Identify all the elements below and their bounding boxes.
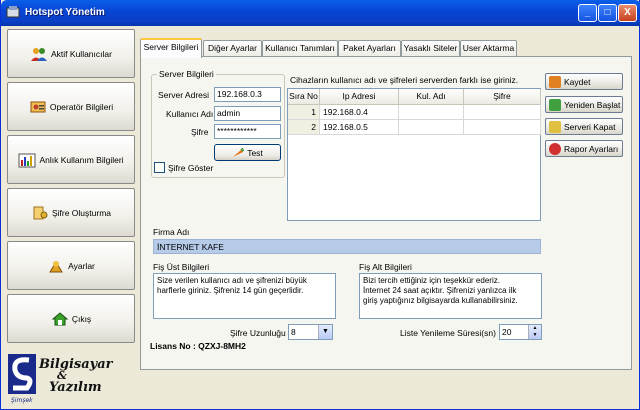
grid-header-user: Kul. Adı — [399, 89, 464, 105]
nav-label: Ayarlar — [68, 260, 95, 271]
tab-other-settings[interactable]: Diğer Ayarlar — [203, 40, 262, 57]
tab-server-info[interactable]: Server Bilgileri — [140, 38, 202, 58]
maximize-button[interactable]: □ — [598, 4, 617, 22]
spinner-arrows-icon[interactable]: ▲ ▼ — [528, 325, 541, 339]
grid-header-no: Sıra No — [288, 89, 320, 105]
carrot-icon — [233, 147, 245, 157]
password-length-label: Şifre Uzunluğu — [230, 328, 286, 338]
server-address-label: Server Adresi — [158, 90, 210, 100]
logo-graphic: Bilgisayar & Yazılım Şimşek — [8, 354, 114, 404]
report-label: Rapor Ayarları — [564, 143, 619, 154]
show-password-label: Şifre Göster — [168, 163, 214, 173]
nav-settings-button[interactable]: Ayarlar — [7, 241, 135, 290]
bar-chart-icon — [18, 153, 36, 167]
exit-icon — [51, 311, 69, 325]
password-length-select[interactable]: 8 ▼ — [288, 324, 333, 340]
nav-label: Şifre Oluşturma — [51, 207, 112, 218]
logo-line1: Bilgisayar — [38, 357, 114, 372]
nav-label: Aktif Kullanıcılar — [51, 48, 112, 59]
show-password-checkbox[interactable] — [154, 162, 165, 173]
server-address-input[interactable]: 192.168.0.3 — [214, 87, 281, 102]
save-icon — [549, 75, 561, 88]
restart-icon — [549, 98, 561, 111]
save-button[interactable]: Kaydet — [545, 73, 623, 90]
firma-label: Firma Adı — [153, 227, 190, 237]
grid-cell-user[interactable] — [399, 120, 464, 135]
tab-user-transfer[interactable]: User Aktarma — [460, 40, 517, 57]
operator-icon — [30, 101, 46, 112]
save-label: Kaydet — [564, 76, 591, 87]
restart-label: Yeniden Başlat — [564, 99, 621, 110]
grid-caption: Cihazların kullanıcı adı ve şifreleri se… — [290, 75, 519, 85]
receipt-header-label: Fiş Üst Bilgileri — [153, 262, 210, 272]
grid-header-ip: Ip Adresi — [320, 89, 399, 105]
password-input[interactable]: ************ — [214, 124, 281, 139]
window-title: Hotspot Yönetim — [25, 7, 105, 18]
grid-cell-pass[interactable] — [464, 105, 541, 120]
device-grid[interactable]: Sıra No Ip Adresi Kul. Adı Şifre 1 192.1… — [287, 88, 541, 221]
nav-usage-button[interactable]: Anlık Kullanım Bilgileri — [7, 135, 135, 184]
nav-password-create-button[interactable]: Şifre Oluşturma — [7, 188, 135, 237]
nav-active-users-button[interactable]: Aktif Kullanıcılar — [7, 29, 135, 78]
tab-user-definitions[interactable]: Kullanıcı Tanımları — [262, 40, 338, 57]
logo-line2: Yazılım — [49, 380, 102, 395]
shutdown-label: Serveri Kapat — [564, 121, 616, 132]
server-group-label: Server Bilgileri — [157, 69, 216, 79]
test-button[interactable]: Test — [214, 144, 281, 161]
refresh-interval-label: Liste Yenileme Süresi(sn) — [400, 328, 496, 338]
settings-icon — [49, 260, 63, 272]
firma-input[interactable]: İNTERNET KAFE — [153, 239, 541, 254]
logo-mark: Şimşek — [11, 397, 33, 404]
password-length-value: 8 — [291, 327, 296, 337]
receipt-footer-label: Fiş Alt Bilgileri — [359, 262, 412, 272]
grid-cell-ip[interactable]: 192.168.0.5 — [320, 120, 399, 135]
nav-label: Anlık Kullanım Bilgileri — [39, 154, 124, 165]
grid-cell-pass[interactable] — [464, 120, 541, 135]
tab-blocked-sites[interactable]: Yasaklı Siteler — [401, 40, 460, 57]
refresh-interval-value: 20 — [502, 327, 512, 337]
close-button[interactable]: X — [618, 4, 637, 22]
shutdown-server-button[interactable]: Serveri Kapat — [545, 118, 623, 135]
restart-button[interactable]: Yeniden Başlat — [545, 96, 623, 113]
minimize-button[interactable]: _ — [578, 4, 597, 22]
license-number: Lisans No : QZXJ-8MH2 — [150, 341, 246, 351]
report-settings-button[interactable]: Rapor Ayarları — [545, 140, 623, 157]
username-label: Kullanıcı Adı — [166, 109, 214, 119]
refresh-interval-spinner[interactable]: 20 ▲ ▼ — [499, 324, 542, 340]
title-bar[interactable]: Hotspot Yönetim _ □ X — [1, 0, 640, 26]
key-icon — [33, 206, 48, 219]
receipt-footer-textarea[interactable]: Bizi tercih ettiğiniz için teşekkür eder… — [359, 273, 542, 319]
company-logo: Bilgisayar & Yazılım Şimşek — [7, 348, 133, 404]
app-icon — [6, 6, 20, 18]
nav-label: Çıkış — [71, 313, 92, 324]
report-icon — [549, 142, 561, 155]
nav-label: Operatör Bilgileri — [49, 101, 114, 112]
password-label: Şifre — [191, 127, 209, 137]
chevron-down-icon[interactable]: ▼ — [318, 325, 332, 339]
grid-cell-user[interactable] — [399, 105, 464, 120]
tab-package-settings[interactable]: Paket Ayarları — [338, 40, 401, 57]
shutdown-icon — [549, 120, 561, 133]
users-icon — [31, 47, 48, 61]
grid-cell-no: 2 — [288, 120, 320, 135]
receipt-header-textarea[interactable]: Size verilen kullanıcı adı ve şifrenizi … — [153, 273, 336, 319]
app-window: Hotspot Yönetim _ □ X Aktif Kullanıcılar… — [0, 0, 640, 410]
nav-exit-button[interactable]: Çıkış — [7, 294, 135, 343]
grid-cell-ip[interactable]: 192.168.0.4 — [320, 105, 399, 120]
test-label: Test — [247, 147, 263, 158]
username-input[interactable]: admin — [214, 106, 281, 121]
grid-header-pass: Şifre — [464, 89, 541, 105]
grid-cell-no: 1 — [288, 105, 320, 120]
nav-operator-button[interactable]: Operatör Bilgileri — [7, 82, 135, 131]
